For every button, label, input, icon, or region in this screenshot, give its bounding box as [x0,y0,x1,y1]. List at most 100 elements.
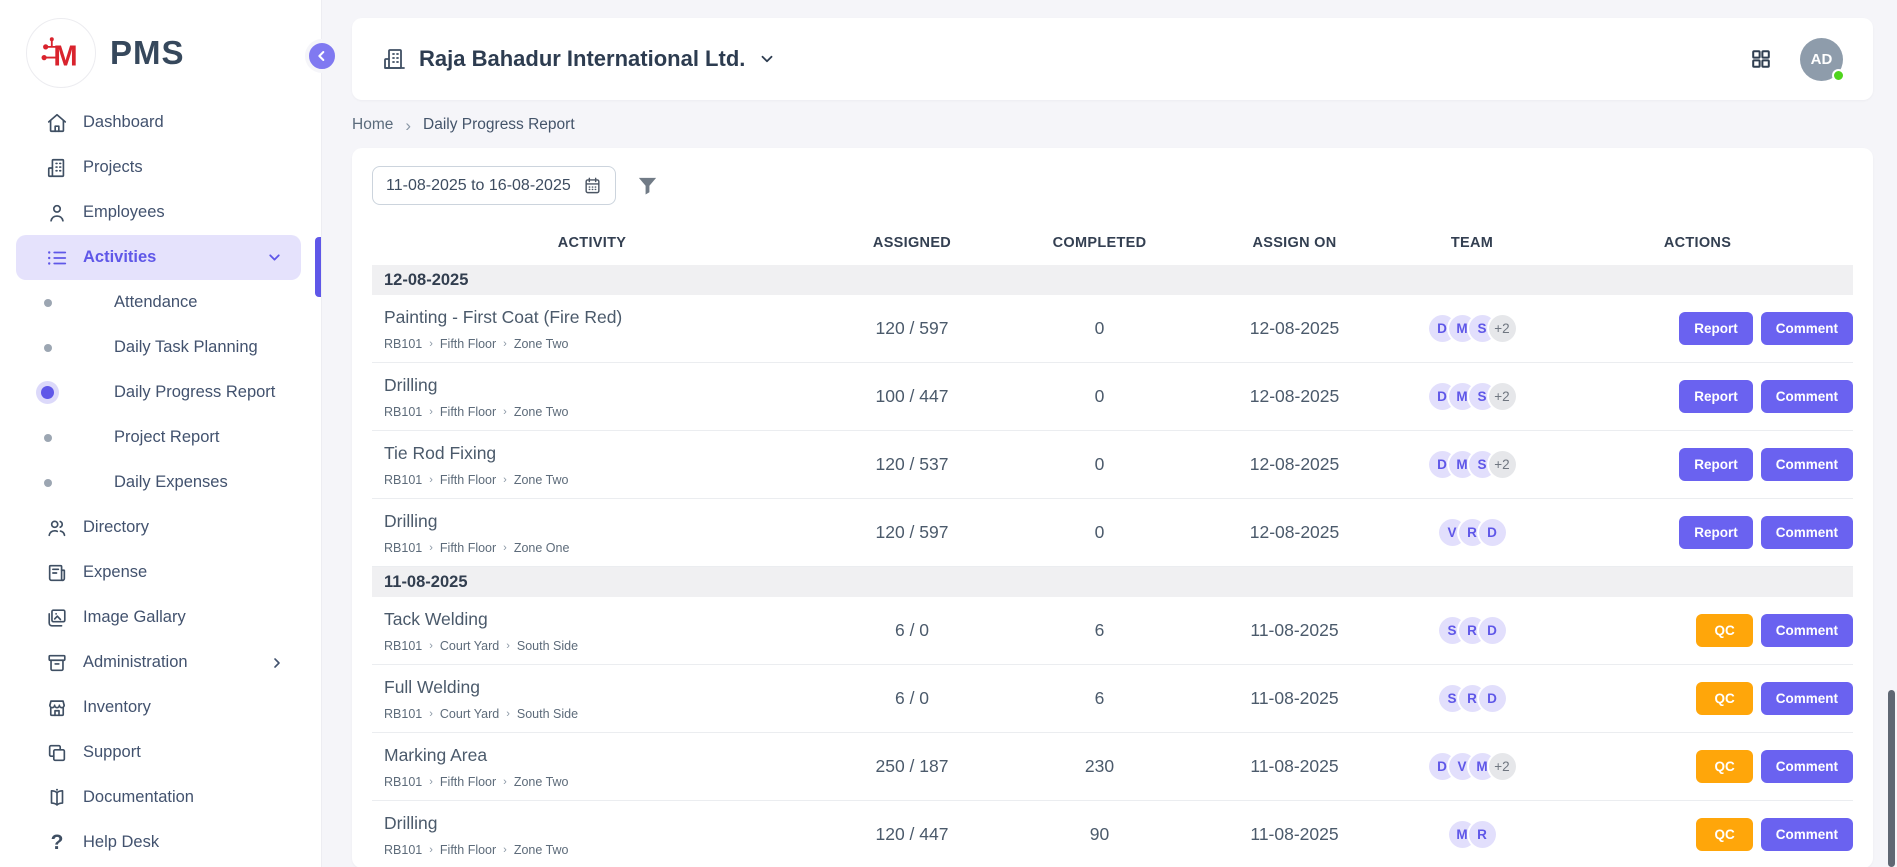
user-icon [46,202,68,224]
path-segment: RB101 [384,707,422,721]
comment-button[interactable]: Comment [1761,516,1853,549]
main-area: Raja Bahadur International Ltd. AD Home … [322,0,1897,867]
chevron-right-icon: › [429,474,433,486]
path-segment: RB101 [384,843,422,857]
comment-button[interactable]: Comment [1761,750,1853,783]
activity-title: Tack Welding [384,609,812,630]
qc-button[interactable]: QC [1696,682,1752,715]
report-button[interactable]: Report [1679,516,1753,549]
date-group-header: 11-08-2025 [372,567,1853,597]
sidebar-item-documentation[interactable]: Documentation [0,775,321,820]
comment-button[interactable]: Comment [1761,818,1853,851]
assigned-value: 6 / 0 [812,688,1012,709]
path-segment: Zone Two [514,473,569,487]
date-range-value: 11-08-2025 to 16-08-2025 [386,177,571,195]
sidebar-item-activities[interactable]: Activities [16,235,301,280]
comment-button[interactable]: Comment [1761,312,1853,345]
sidebar-subitem-attendance[interactable]: Attendance [0,280,321,325]
sidebar-collapse-button[interactable] [305,39,339,73]
sidebar-subitem-label: Project Report [114,428,219,447]
sidebar-subitem-label: Daily Expenses [114,473,228,492]
sidebar-subitem-daily-expenses[interactable]: Daily Expenses [0,460,321,505]
team-extra-count[interactable]: +2 [1489,753,1516,780]
sidebar-item-directory[interactable]: Directory [0,505,321,550]
chevron-right-icon: › [405,117,411,134]
team-member-avatar[interactable]: R [1469,821,1496,848]
receipt-icon [46,562,68,584]
sidebar-item-label: Employees [83,203,165,222]
team-extra-count[interactable]: +2 [1489,315,1516,342]
activity-cell: Painting - First Coat (Fire Red) RB101›F… [372,307,812,351]
chevron-left-icon [314,48,330,64]
breadcrumb-home[interactable]: Home [352,116,393,134]
apps-grid-button[interactable] [1748,46,1774,72]
report-button[interactable]: Report [1679,448,1753,481]
chevron-right-icon: › [429,542,433,554]
sidebar-subitem-daily-progress-report[interactable]: Daily Progress Report [0,370,321,415]
sidebar-item-projects[interactable]: Projects [0,145,321,190]
sidebar-subitem-daily-task-planning[interactable]: Daily Task Planning [0,325,321,370]
assign-on-value: 11-08-2025 [1187,756,1402,777]
team-extra-count[interactable]: +2 [1489,383,1516,410]
column-header-team: TEAM [1402,235,1542,251]
activity-path: RB101›Fifth Floor›Zone Two [384,337,812,351]
sidebar-item-expense[interactable]: Expense [0,550,321,595]
company-selector[interactable]: Raja Bahadur International Ltd. [382,46,776,72]
sidebar-item-support[interactable]: Support [0,730,321,775]
sidebar-item-administration[interactable]: Administration [0,640,321,685]
chevron-down-icon [758,50,776,68]
report-button[interactable]: Report [1679,312,1753,345]
sidebar-item-inventory[interactable]: Inventory [0,685,321,730]
team-avatars: MR [1402,821,1542,848]
sidebar-item-help-desk[interactable]: ?Help Desk [0,820,321,865]
path-segment: Fifth Floor [440,541,496,555]
app-name: PMS [110,34,185,72]
filter-button[interactable] [636,174,659,197]
table-row: Drilling RB101›Fifth Floor›Zone Two 100 … [372,363,1853,431]
activity-cell: Drilling RB101›Fifth Floor›Zone Two [372,813,812,857]
chevron-right-icon: › [429,338,433,350]
path-segment: South Side [517,639,578,653]
topbar-right: AD [1748,38,1843,81]
comment-button[interactable]: Comment [1761,380,1853,413]
qc-button[interactable]: QC [1696,818,1752,851]
building-icon [46,157,68,179]
sidebar-item-label: Expense [83,563,147,582]
completed-value: 0 [1012,318,1187,339]
team-extra-count[interactable]: +2 [1489,451,1516,478]
report-button[interactable]: Report [1679,380,1753,413]
completed-value: 6 [1012,620,1187,641]
app-logo[interactable]: M [26,18,96,88]
qc-button[interactable]: QC [1696,750,1752,783]
team-member-avatar[interactable]: D [1479,685,1506,712]
activity-title: Marking Area [384,745,812,766]
team-member-avatar[interactable]: D [1479,617,1506,644]
completed-value: 6 [1012,688,1187,709]
progress-table: ACTIVITY ASSIGNED COMPLETED ASSIGN ON TE… [372,221,1853,867]
comment-button[interactable]: Comment [1761,448,1853,481]
user-avatar[interactable]: AD [1800,38,1843,81]
sidebar-item-image-gallary[interactable]: Image Gallary [0,595,321,640]
sidebar-item-dashboard[interactable]: Dashboard [0,100,321,145]
comment-button[interactable]: Comment [1761,614,1853,647]
activity-cell: Marking Area RB101›Fifth Floor›Zone Two [372,745,812,789]
chevron-right-icon: › [506,708,510,720]
row-actions: QC Comment [1542,682,1853,715]
date-range-input[interactable]: 11-08-2025 to 16-08-2025 [372,166,616,205]
chevron-right-icon: › [429,406,433,418]
chevron-right-icon: › [503,474,507,486]
chevron-right-icon: › [429,844,433,856]
sidebar-subitem-project-report[interactable]: Project Report [0,415,321,460]
sidebar-item-employees[interactable]: Employees [0,190,321,235]
qc-button[interactable]: QC [1696,614,1752,647]
sidebar-item-label: Directory [83,518,149,537]
team-member-avatar[interactable]: D [1479,519,1506,546]
completed-value: 0 [1012,454,1187,475]
team-avatars: SRD [1402,685,1542,712]
comment-button[interactable]: Comment [1761,682,1853,715]
scrollbar-thumb[interactable] [1888,690,1895,867]
chevron-right-icon: › [429,708,433,720]
activity-cell: Drilling RB101›Fifth Floor›Zone Two [372,375,812,419]
assign-on-value: 12-08-2025 [1187,318,1402,339]
sidebar-nav: DashboardProjects Employees ActivitiesAtte… [0,100,321,865]
